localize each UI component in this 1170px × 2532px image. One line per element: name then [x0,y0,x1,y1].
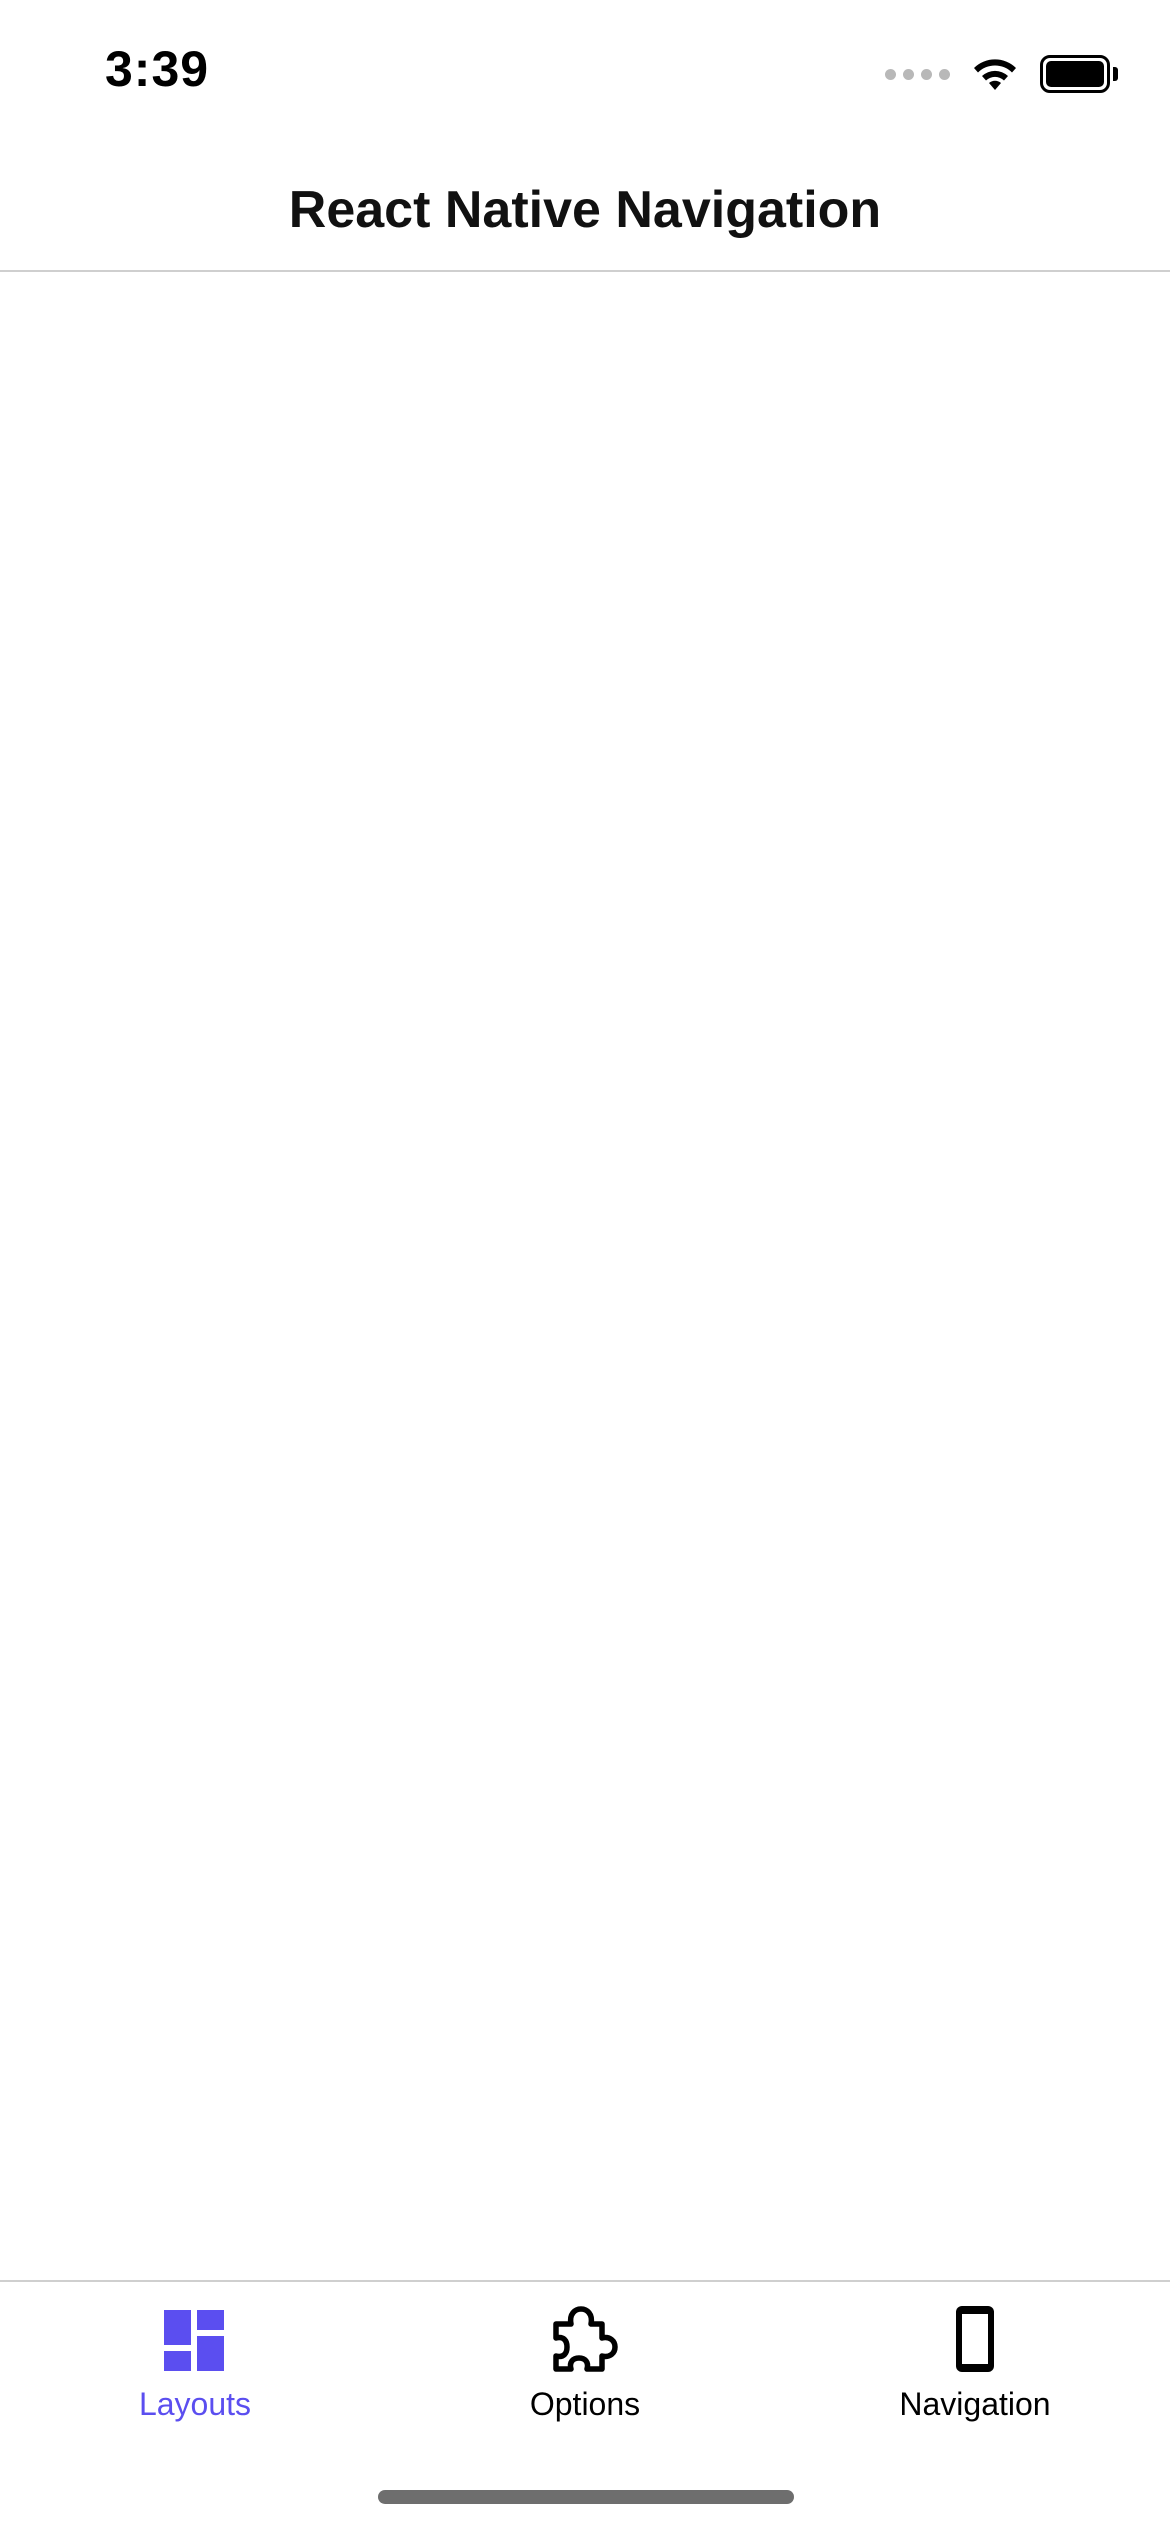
app-screen: 3:39 React Native Navigation Layouts Opt… [0,0,1170,2532]
tab-layouts-label: Layouts [138,2386,252,2422]
dashboard-layout-icon [164,2310,224,2371]
page-title: React Native Navigation [288,181,882,239]
battery-icon [1040,55,1118,93]
tab-options[interactable]: Options [390,2304,780,2434]
top-navigation-bar: React Native Navigation [0,150,1170,272]
tab-layouts[interactable]: Layouts [0,2304,390,2434]
tab-navigation[interactable]: Navigation [780,2304,1170,2434]
tab-options-label: Options [529,2386,641,2422]
content-area [0,272,1170,2280]
smartphone-icon [956,2306,994,2372]
home-indicator[interactable] [378,2490,794,2504]
status-bar: 3:39 [0,0,1170,150]
status-icons [885,52,1118,96]
tab-navigation-label: Navigation [899,2386,1051,2422]
puzzle-piece-icon [553,2306,618,2372]
wifi-icon [974,59,1016,90]
cellular-signal-icon [885,68,950,80]
status-time: 3:39 [105,41,210,97]
